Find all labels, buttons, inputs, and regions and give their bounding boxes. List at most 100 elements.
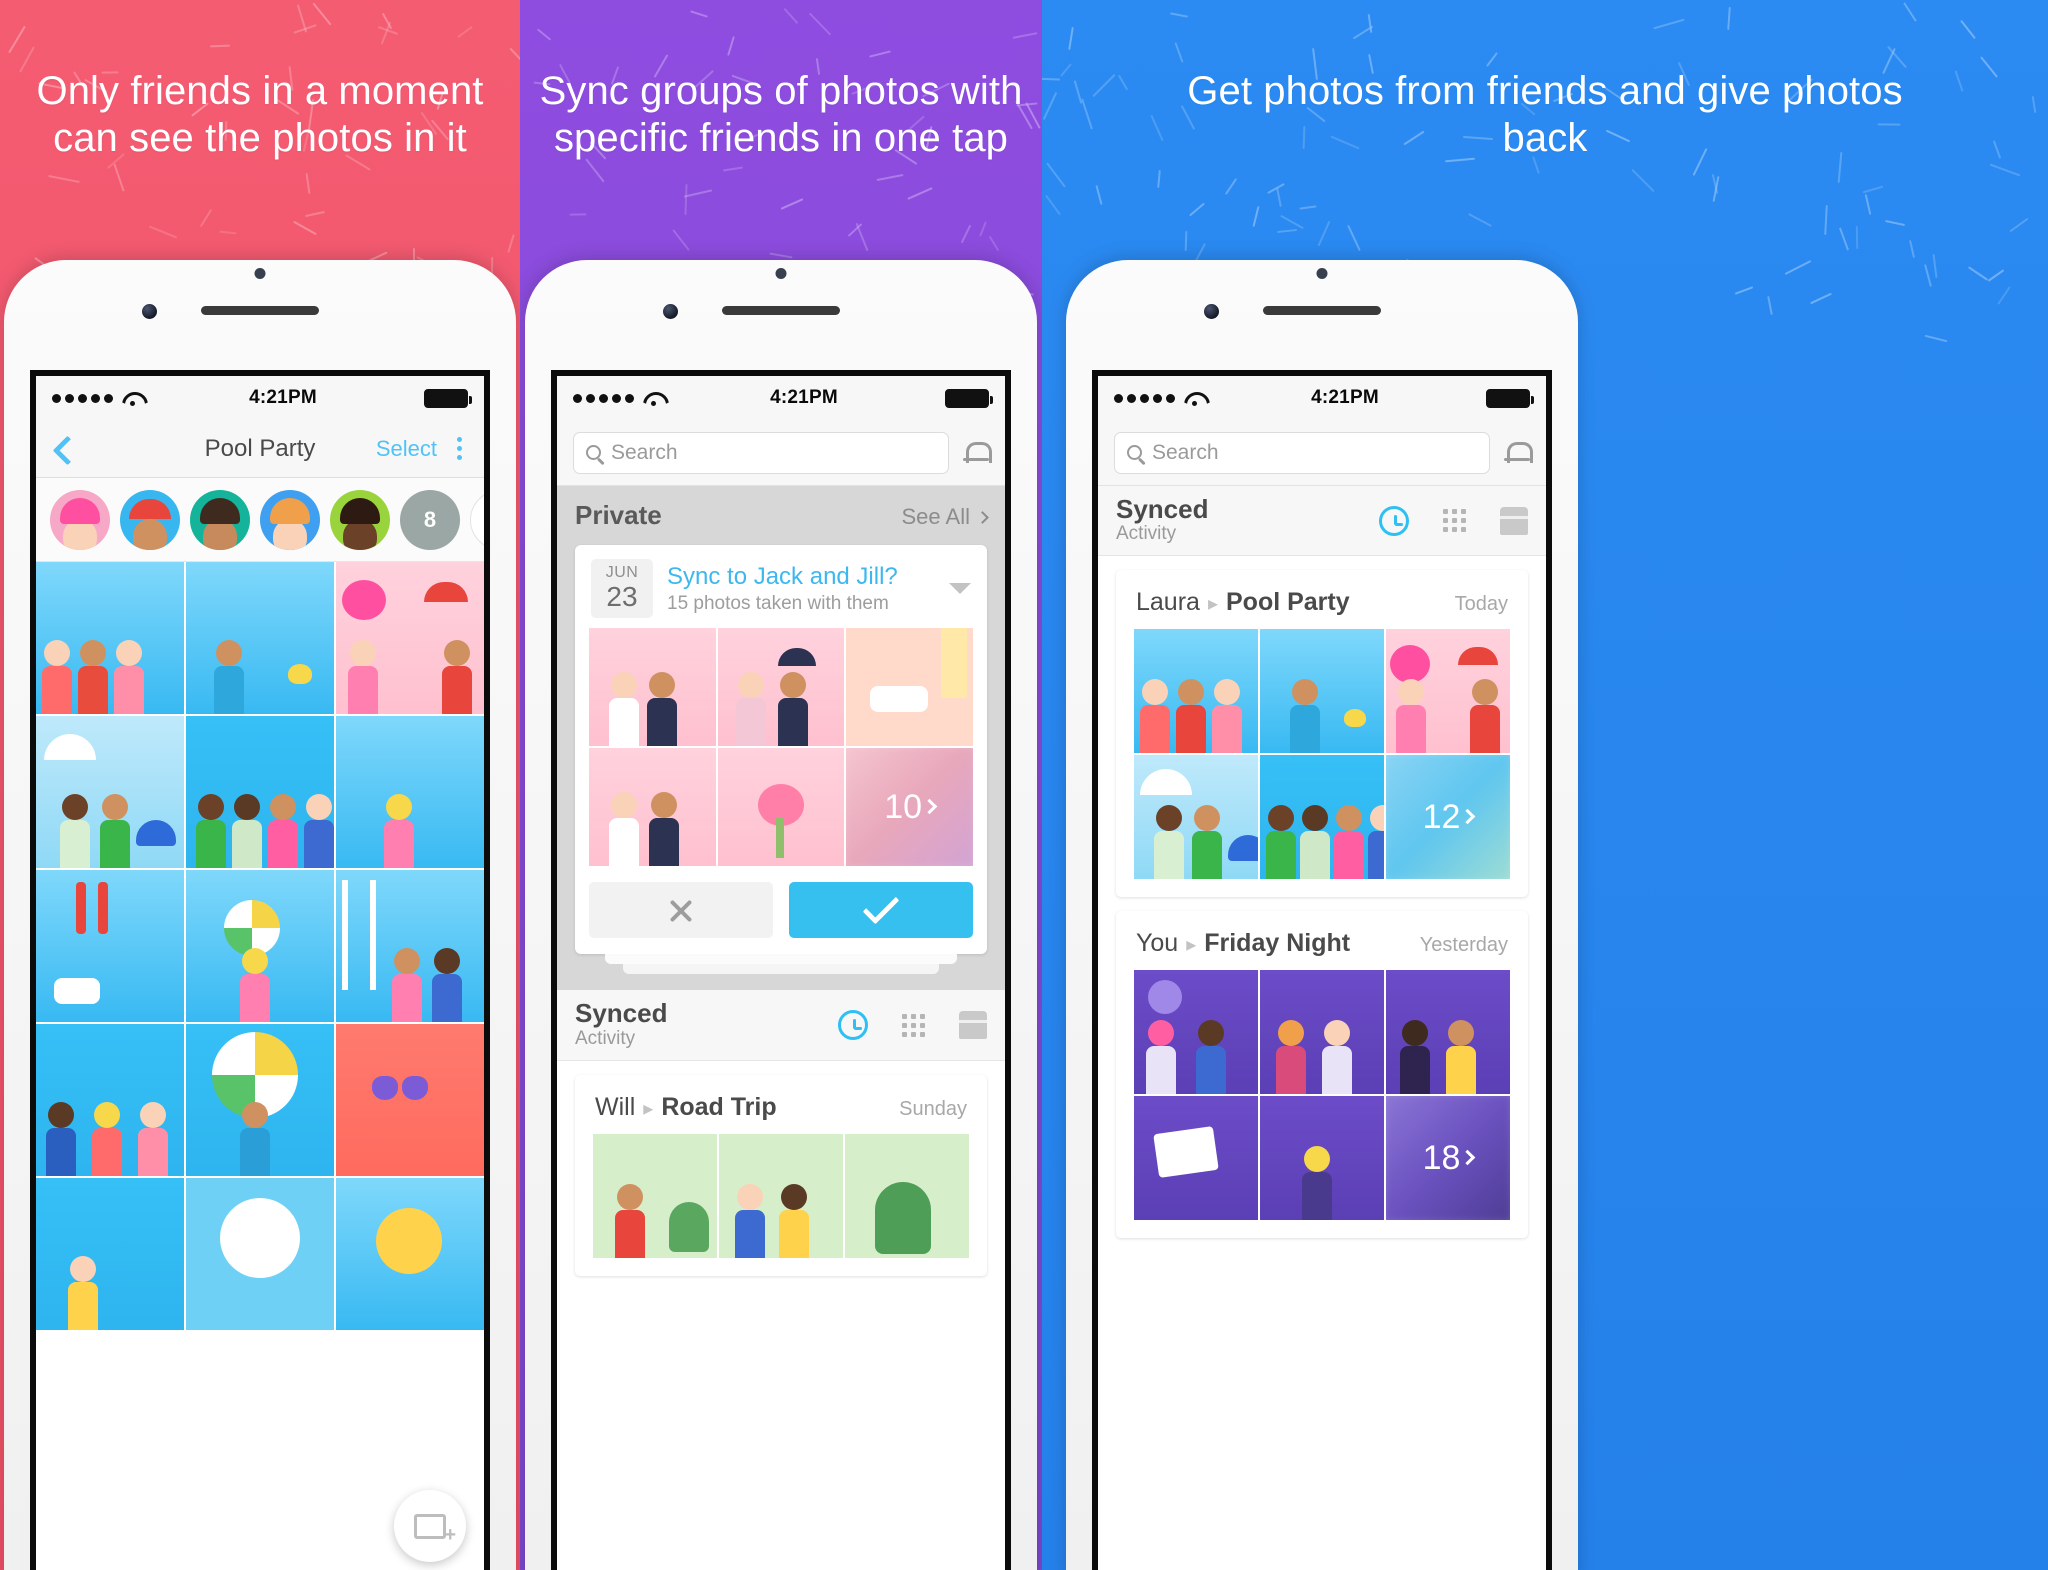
archive-icon[interactable] xyxy=(1500,506,1528,535)
photo-thumbnail[interactable] xyxy=(1386,970,1510,1095)
photo-thumbnail[interactable] xyxy=(336,716,484,868)
status-time: 4:21PM xyxy=(249,387,317,408)
photo-thumbnail[interactable] xyxy=(186,716,334,868)
grid-icon[interactable] xyxy=(1443,509,1466,533)
view-mode-tabs xyxy=(1379,505,1528,536)
clock-icon[interactable] xyxy=(838,1010,868,1041)
photo-thumbnail[interactable] xyxy=(719,1133,843,1258)
date-day: 23 xyxy=(606,581,638,612)
panel-get-give-photos: Get photos from friends and give photos … xyxy=(1042,0,2048,1570)
photo-thumbnail[interactable] xyxy=(186,870,334,1022)
archive-icon[interactable] xyxy=(959,1011,987,1040)
battery-full-icon xyxy=(1486,388,1534,408)
photo-thumbnail[interactable] xyxy=(589,628,716,747)
activity-event: Friday Night xyxy=(1204,929,1351,958)
photo-thumbnail[interactable] xyxy=(1386,629,1510,754)
phone-screen-3: 4:21PM Search Synced Activity Laura ▸ Po… xyxy=(1092,370,1552,1570)
status-bar: 4:21PM xyxy=(1098,376,1546,420)
see-all-label: See All xyxy=(901,504,971,529)
synced-title: Synced xyxy=(1116,494,1209,524)
see-all-button[interactable]: See All xyxy=(901,504,989,530)
photo-thumbnail[interactable] xyxy=(186,1024,334,1176)
activity-who: Laura xyxy=(1136,588,1200,617)
add-photo-button[interactable] xyxy=(394,1490,466,1562)
photo-thumbnail[interactable] xyxy=(36,562,184,714)
kebab-menu-icon[interactable] xyxy=(453,435,466,462)
more-photos-count: 10 xyxy=(884,787,923,826)
photo-thumbnail[interactable] xyxy=(1260,1096,1384,1221)
avatar[interactable] xyxy=(190,489,250,550)
photo-thumbnail[interactable] xyxy=(336,1178,484,1330)
status-left xyxy=(52,391,142,406)
photo-thumbnail[interactable] xyxy=(1134,755,1258,880)
photo-thumbnail[interactable] xyxy=(1260,755,1384,880)
photo-thumbnail-more[interactable]: 18 xyxy=(1386,1096,1510,1221)
photo-thumbnail[interactable] xyxy=(186,562,334,714)
photo-thumbnail[interactable] xyxy=(36,1178,184,1330)
activity-row[interactable]: Will ▸ Road Trip Sunday xyxy=(575,1074,987,1276)
section-header-private: Private See All xyxy=(557,486,1005,545)
phone-mockup-2: 4:21PM Search Private See All JUN 23 Syn… xyxy=(525,260,1037,1570)
activity-who: You xyxy=(1136,929,1179,958)
photo-thumbnail[interactable] xyxy=(336,1024,484,1176)
search-placeholder: Search xyxy=(611,440,678,464)
accept-sync-button[interactable] xyxy=(789,882,973,939)
plus-icon[interactable] xyxy=(470,489,484,550)
more-photos-count: 18 xyxy=(1422,1138,1461,1177)
decline-sync-button[interactable] xyxy=(589,882,773,939)
synced-subtitle: Activity xyxy=(575,1027,636,1049)
photo-thumbnail-more[interactable]: 12 xyxy=(1386,755,1510,880)
sync-card-header: JUN 23 Sync to Jack and Jill? 15 photos … xyxy=(575,545,987,628)
photo-thumbnail[interactable] xyxy=(593,1133,717,1258)
avatar[interactable] xyxy=(50,489,110,550)
proximity-sensor xyxy=(1316,268,1328,279)
search-input[interactable]: Search xyxy=(1114,431,1490,474)
photo-thumbnail[interactable] xyxy=(336,562,484,714)
arrow-right-icon: ▸ xyxy=(643,1097,654,1120)
wifi-icon xyxy=(1184,391,1204,406)
caret-down-icon[interactable] xyxy=(949,583,971,595)
wifi-icon xyxy=(643,391,663,406)
grid-icon[interactable] xyxy=(902,1013,925,1037)
photo-thumbnail-more[interactable]: 10 xyxy=(846,748,973,867)
chevron-right-icon xyxy=(1460,808,1476,825)
sync-card: JUN 23 Sync to Jack and Jill? 15 photos … xyxy=(575,545,987,955)
photo-thumbnail[interactable] xyxy=(717,628,845,747)
bell-icon[interactable] xyxy=(963,439,992,467)
select-button[interactable]: Select xyxy=(376,436,437,462)
avatar[interactable] xyxy=(260,489,320,550)
photo-thumbnail[interactable] xyxy=(717,748,845,867)
photo-thumbnail[interactable] xyxy=(845,1133,969,1258)
avatar[interactable] xyxy=(120,489,180,550)
phone-screen-2: 4:21PM Search Private See All JUN 23 Syn… xyxy=(551,370,1011,1570)
photo-thumbnail[interactable] xyxy=(846,628,973,747)
search-input[interactable]: Search xyxy=(573,431,949,474)
activity-when: Yesterday xyxy=(1419,934,1508,957)
search-icon xyxy=(586,445,601,460)
photo-thumbnail[interactable] xyxy=(336,870,484,1022)
activity-row[interactable]: Laura ▸ Pool Party Today 12 xyxy=(1116,570,1528,898)
clock-icon[interactable] xyxy=(1379,505,1409,536)
photo-thumbnail[interactable] xyxy=(186,1178,334,1330)
proximity-sensor xyxy=(775,268,787,279)
photo-thumbnail[interactable] xyxy=(1134,629,1258,754)
section-header-synced: Synced Activity xyxy=(1098,486,1546,557)
avatar-overflow-count[interactable]: 8 xyxy=(400,489,460,550)
photo-thumbnail[interactable] xyxy=(36,870,184,1022)
synced-titles: Synced Activity xyxy=(575,1000,668,1049)
bell-icon[interactable] xyxy=(1504,439,1533,467)
photo-thumbnail[interactable] xyxy=(1260,629,1384,754)
activity-when: Sunday xyxy=(899,1097,967,1120)
photo-thumbnail[interactable] xyxy=(1260,970,1384,1095)
activity-row[interactable]: You ▸ Friday Night Yesterday 18 xyxy=(1116,911,1528,1239)
status-time: 4:21PM xyxy=(770,387,838,408)
avatar[interactable] xyxy=(330,489,390,550)
sync-card-title[interactable]: Sync to Jack and Jill? xyxy=(667,563,935,591)
photo-thumbnail[interactable] xyxy=(36,716,184,868)
photo-thumbnail[interactable] xyxy=(1134,1096,1258,1221)
chevron-right-icon xyxy=(976,510,989,524)
activity-event: Road Trip xyxy=(661,1092,777,1121)
photo-thumbnail[interactable] xyxy=(36,1024,184,1176)
photo-thumbnail[interactable] xyxy=(1134,970,1258,1095)
photo-thumbnail[interactable] xyxy=(589,748,716,867)
